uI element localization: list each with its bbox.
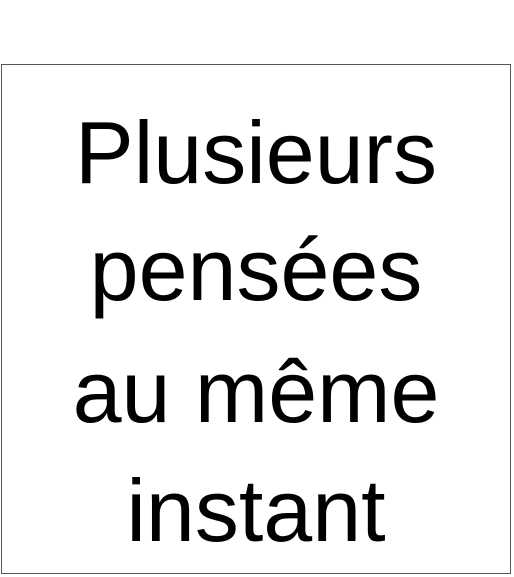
text-line-4: instant xyxy=(126,461,386,560)
text-line-1: Plusieurs xyxy=(75,103,437,202)
text-line-2: pensées xyxy=(89,220,423,319)
text-line-3: au même xyxy=(72,342,440,441)
text-card: Plusieurs pensées au même instant xyxy=(1,64,511,574)
